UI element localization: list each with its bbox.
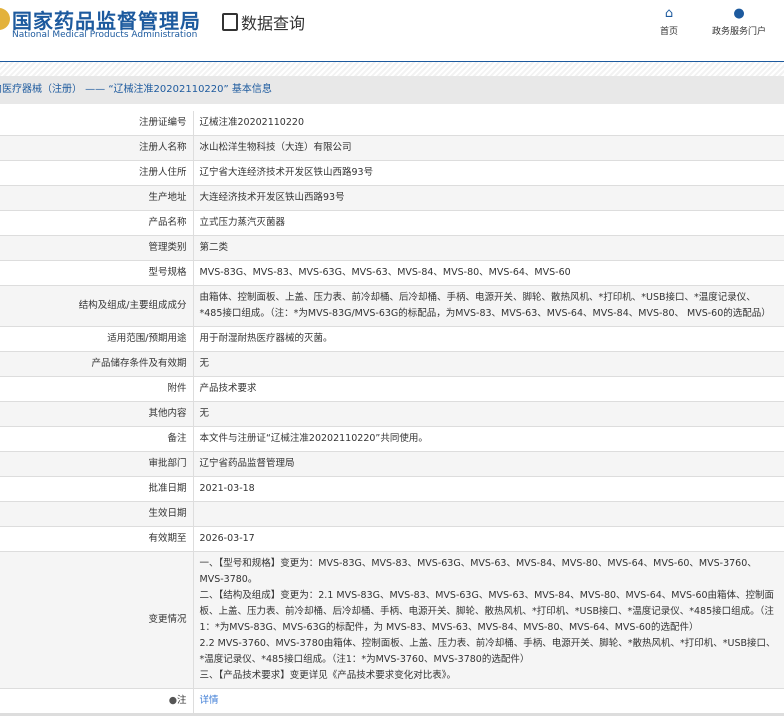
nav-home[interactable]: ⌂ 首页 bbox=[660, 6, 678, 37]
note-value: 详情 bbox=[193, 689, 784, 715]
table-row: 型号规格MVS-83G、MVS-83、MVS-63G、MVS-63、MVS-84… bbox=[0, 261, 784, 286]
table-row: 适用范围/预期用途用于耐湿耐热医疗器械的灭菌。 bbox=[0, 327, 784, 352]
table-row: 产品名称立式压力蒸汽灭菌器 bbox=[0, 211, 784, 236]
table-row: 注册人住所辽宁省大连经济技术开发区铁山西路93号 bbox=[0, 161, 784, 186]
details-link[interactable]: 详情 bbox=[200, 695, 219, 706]
row-label: 注册证编号 bbox=[0, 111, 193, 136]
row-label: 管理类别 bbox=[0, 236, 193, 261]
home-icon: ⌂ bbox=[660, 6, 678, 24]
section-title: 数据查询 bbox=[222, 10, 305, 34]
table-row: 有效期至2026-03-17 bbox=[0, 527, 784, 552]
row-value: 第二类 bbox=[193, 236, 784, 261]
row-value: 用于耐湿耐热医疗器械的灭菌。 bbox=[193, 327, 784, 352]
nav-portal-label: 政务服务门户 bbox=[712, 27, 766, 37]
user-icon: ● bbox=[712, 6, 766, 24]
row-value bbox=[193, 502, 784, 527]
row-label: 型号规格 bbox=[0, 261, 193, 286]
row-label: 备注 bbox=[0, 427, 193, 452]
detail-table: 注册证编号辽械注准20202110220注册人名称冰山松洋生物科技（大连）有限公… bbox=[0, 111, 784, 716]
emblem-logo-icon bbox=[0, 8, 10, 30]
changes-value: 一、【型号和规格】变更为：MVS-83G、MVS-83、MVS-63G、MVS-… bbox=[193, 552, 784, 689]
row-label: 产品储存条件及有效期 bbox=[0, 352, 193, 377]
logo-subtitle: National Medical Products Administration bbox=[12, 30, 197, 40]
row-value: 辽械注准20202110220 bbox=[193, 111, 784, 136]
row-value: 大连经济技术开发区铁山西路93号 bbox=[193, 186, 784, 211]
row-label: 注册人名称 bbox=[0, 136, 193, 161]
table-row: 审批部门辽宁省药品监督管理局 bbox=[0, 452, 784, 477]
table-row: 其他内容无 bbox=[0, 402, 784, 427]
table-row: 管理类别第二类 bbox=[0, 236, 784, 261]
row-label: 附件 bbox=[0, 377, 193, 402]
table-row: 生效日期 bbox=[0, 502, 784, 527]
page-title: 内医疗器械（注册） —— “辽械注准20202110220” 基本信息 bbox=[0, 76, 784, 104]
table-row: 备注本文件与注册证“辽械注准20202110220”共同使用。 bbox=[0, 427, 784, 452]
row-value: 2021-03-18 bbox=[193, 477, 784, 502]
table-row: 变更情况一、【型号和规格】变更为：MVS-83G、MVS-83、MVS-63G、… bbox=[0, 552, 784, 689]
row-value: 2026-03-17 bbox=[193, 527, 784, 552]
change-line: 一、【型号和规格】变更为：MVS-83G、MVS-83、MVS-63G、MVS-… bbox=[200, 556, 779, 588]
row-label: 审批部门 bbox=[0, 452, 193, 477]
row-value: 无 bbox=[193, 352, 784, 377]
change-line: 2.2 MVS-3760、MVS-3780由箱体、控制面板、上盖、压力表、前冷却… bbox=[200, 636, 779, 668]
change-line: 三、【产品技术要求】变更详见《产品技术要求变化对比表》。 bbox=[200, 668, 779, 684]
row-label: ●注 bbox=[0, 689, 193, 715]
table-row: 生产地址大连经济技术开发区铁山西路93号 bbox=[0, 186, 784, 211]
row-label: 有效期至 bbox=[0, 527, 193, 552]
row-value: 立式压力蒸汽灭菌器 bbox=[193, 211, 784, 236]
nav-home-label: 首页 bbox=[660, 27, 678, 37]
table-row: 结构及组成/主要组成成分由箱体、控制面板、上盖、压力表、前冷却桶、后冷却桶、手柄… bbox=[0, 286, 784, 327]
row-label: 变更情况 bbox=[0, 552, 193, 689]
nav-portal[interactable]: ● 政务服务门户 bbox=[712, 6, 766, 37]
row-label: 批准日期 bbox=[0, 477, 193, 502]
row-label: 注册人住所 bbox=[0, 161, 193, 186]
row-label: 其他内容 bbox=[0, 402, 193, 427]
row-label: 适用范围/预期用途 bbox=[0, 327, 193, 352]
row-value: 本文件与注册证“辽械注准20202110220”共同使用。 bbox=[193, 427, 784, 452]
table-row: 附件产品技术要求 bbox=[0, 377, 784, 402]
row-value: 冰山松洋生物科技（大连）有限公司 bbox=[193, 136, 784, 161]
row-value: 无 bbox=[193, 402, 784, 427]
table-row: 注册证编号辽械注准20202110220 bbox=[0, 111, 784, 136]
row-value: MVS-83G、MVS-83、MVS-63G、MVS-63、MVS-84、MVS… bbox=[193, 261, 784, 286]
change-line: 二、【结构及组成】变更为：2.1 MVS-83G、MVS-83、MVS-63G、… bbox=[200, 588, 779, 636]
row-label: 结构及组成/主要组成成分 bbox=[0, 286, 193, 327]
row-value: 由箱体、控制面板、上盖、压力表、前冷却桶、后冷却桶、手柄、电源开关、脚轮、散热风… bbox=[193, 286, 784, 327]
row-value: 辽宁省大连经济技术开发区铁山西路93号 bbox=[193, 161, 784, 186]
table-row: 产品储存条件及有效期无 bbox=[0, 352, 784, 377]
section-label: 数据查询 bbox=[241, 10, 305, 34]
table-row: 注册人名称冰山松洋生物科技（大连）有限公司 bbox=[0, 136, 784, 161]
row-value: 产品技术要求 bbox=[193, 377, 784, 402]
row-value: 辽宁省药品监督管理局 bbox=[193, 452, 784, 477]
table-row: ●注详情 bbox=[0, 689, 784, 715]
decorative-stripe bbox=[0, 62, 784, 76]
row-label: 生效日期 bbox=[0, 502, 193, 527]
row-label: 产品名称 bbox=[0, 211, 193, 236]
table-row: 批准日期2021-03-18 bbox=[0, 477, 784, 502]
row-label: 生产地址 bbox=[0, 186, 193, 211]
search-document-icon bbox=[222, 13, 238, 31]
site-header: 国家药品监督管理局 National Medical Products Admi… bbox=[0, 0, 784, 62]
bulb-icon: ● bbox=[169, 695, 177, 706]
